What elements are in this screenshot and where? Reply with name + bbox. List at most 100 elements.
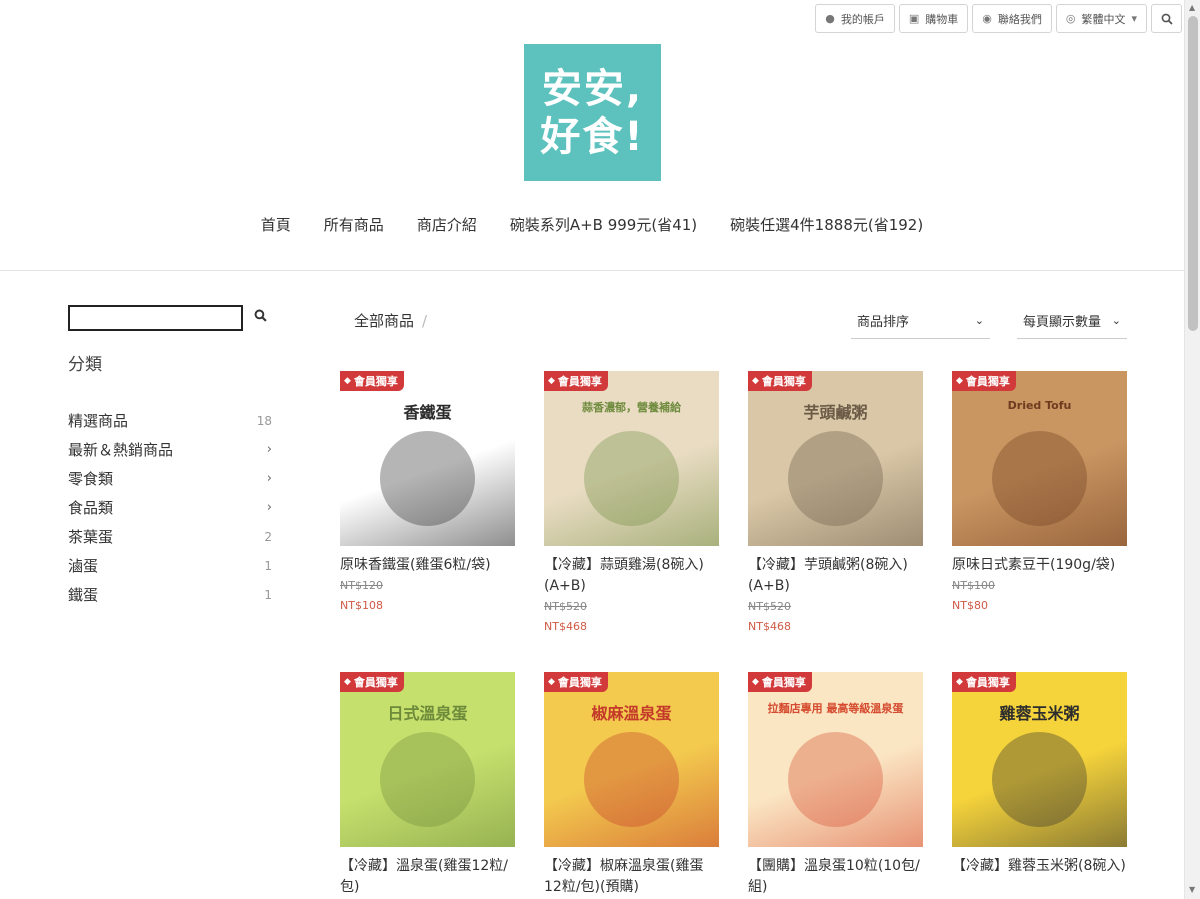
top-utility-bar: ● 我的帳戶 ▣ 購物車 ◉ 聯絡我們 ◎ 繁體中文 ▾ [815, 4, 1182, 33]
member-exclusive-badge: ◆ 會員獨享 [748, 672, 812, 692]
nav-bowl-series[interactable]: 碗裝系列A+B 999元(省41) [510, 214, 697, 235]
contact-button[interactable]: ◉ 聯絡我們 [972, 4, 1052, 33]
product-image[interactable]: 日式溫泉蛋 ◆ 會員獨享 [340, 672, 515, 847]
product-name[interactable]: 原味香鐵蛋(雞蛋6粒/袋) [340, 555, 515, 576]
product-image[interactable]: 椒麻溫泉蛋 ◆ 會員獨享 [544, 672, 719, 847]
scroll-down-icon[interactable]: ▼ [1189, 885, 1195, 894]
header-divider [0, 270, 1184, 271]
product-card[interactable]: Dried Tofu ◆ 會員獨享 原味日式素豆干(190g/袋) NT$100… [952, 371, 1127, 616]
product-name[interactable]: 【冷藏】椒麻溫泉蛋(雞蛋12粒/包)(預購) [544, 856, 719, 898]
member-exclusive-badge: ◆ 會員獨享 [544, 672, 608, 692]
cart-label: 購物車 [925, 12, 959, 26]
product-image[interactable]: Dried Tofu ◆ 會員獨享 [952, 371, 1127, 546]
globe-icon: ◎ [1065, 12, 1076, 25]
tag-icon: ◆ [752, 677, 759, 687]
product-original-price: NT$100 [952, 579, 995, 592]
product-sale-price: NT$108 [340, 599, 383, 612]
product-image[interactable]: 香鐵蛋 ◆ 會員獨享 [340, 371, 515, 546]
product-card[interactable]: 椒麻溫泉蛋 ◆ 會員獨享 【冷藏】椒麻溫泉蛋(雞蛋12粒/包)(預購) [544, 672, 719, 898]
product-photo-shape [788, 431, 883, 526]
product-name[interactable]: 【冷藏】溫泉蛋(雞蛋12粒/包) [340, 856, 515, 898]
chevron-right-icon[interactable]: › [267, 442, 272, 457]
product-photo-shape [380, 732, 475, 827]
tag-icon: ◆ [344, 677, 351, 687]
badge-label: 會員獨享 [965, 375, 1010, 388]
product-original-price: NT$520 [544, 600, 587, 613]
tag-icon: ◆ [344, 376, 351, 386]
main-nav: 首頁 所有商品 商店介紹 碗裝系列A+B 999元(省41) 碗裝任選4件188… [0, 214, 1184, 235]
product-card[interactable]: 日式溫泉蛋 ◆ 會員獨享 【冷藏】溫泉蛋(雞蛋12粒/包) [340, 672, 515, 898]
scrollbar-thumb[interactable] [1188, 16, 1198, 331]
product-card[interactable]: 雞蓉玉米粥 ◆ 會員獨享 【冷藏】雞蓉玉米粥(8碗入) [952, 672, 1127, 877]
category-label: 鐵蛋 [68, 586, 99, 604]
account-button[interactable]: ● 我的帳戶 [815, 4, 895, 33]
nav-bowl-pick4[interactable]: 碗裝任選4件1888元(省192) [730, 214, 923, 235]
top-search-button[interactable] [1151, 4, 1182, 33]
badge-label: 會員獨享 [761, 375, 806, 388]
chevron-right-icon[interactable]: › [267, 471, 272, 486]
category-iron-eggs[interactable]: 鐵蛋 1 [68, 580, 272, 609]
product-card[interactable]: 芋頭鹹粥 ◆ 會員獨享 【冷藏】芋頭鹹粥(8碗入)(A+B) NT$520 NT… [748, 371, 923, 637]
product-original-price: NT$520 [748, 600, 791, 613]
category-new-hot[interactable]: 最新＆熱銷商品 › [68, 435, 272, 464]
language-label: 繁體中文 [1081, 12, 1126, 26]
product-name[interactable]: 【團購】溫泉蛋10粒(10包/組) [748, 856, 923, 898]
category-heading: 分類 [68, 355, 102, 375]
page-scrollbar[interactable]: ▲ ▼ [1184, 0, 1200, 899]
badge-label: 會員獨享 [353, 375, 398, 388]
product-name[interactable]: 【冷藏】芋頭鹹粥(8碗入)(A+B) [748, 555, 923, 597]
contact-label: 聯絡我們 [997, 12, 1042, 26]
per-page-label: 每頁顯示數量 [1023, 315, 1102, 330]
product-card[interactable]: 香鐵蛋 ◆ 會員獨享 原味香鐵蛋(雞蛋6粒/袋) NT$120 NT$108 [340, 371, 515, 616]
product-name[interactable]: 【冷藏】蒜頭雞湯(8碗入)(A+B) [544, 555, 719, 597]
product-image-text: 雞蓉玉米粥 [999, 704, 1080, 723]
category-snacks[interactable]: 零食類 › [68, 464, 272, 493]
tag-icon: ◆ [752, 376, 759, 386]
category-featured[interactable]: 精選商品 18 [68, 406, 272, 435]
language-dropdown[interactable]: ◎ 繁體中文 ▾ [1055, 4, 1147, 33]
product-image-text: 芋頭鹹粥 [803, 403, 868, 422]
account-label: 我的帳戶 [840, 12, 885, 26]
product-image-text: Dried Tofu [1007, 399, 1072, 412]
chevron-right-icon[interactable]: › [267, 500, 272, 515]
sidebar-search-input[interactable] [68, 305, 243, 331]
tag-icon: ◆ [956, 376, 963, 386]
sort-select[interactable]: 商品排序 ⌄ [851, 303, 990, 339]
category-braised-eggs[interactable]: 滷蛋 1 [68, 551, 272, 580]
product-photo-shape [584, 732, 679, 827]
product-card[interactable]: 蒜香濃郁，營養補給 ◆ 會員獨享 【冷藏】蒜頭雞湯(8碗入)(A+B) NT$5… [544, 371, 719, 637]
product-photo-shape [788, 732, 883, 827]
member-exclusive-badge: ◆ 會員獨享 [340, 371, 404, 391]
product-image[interactable]: 雞蓉玉米粥 ◆ 會員獨享 [952, 672, 1127, 847]
nav-all-products[interactable]: 所有商品 [324, 214, 384, 235]
nav-about[interactable]: 商店介紹 [417, 214, 477, 235]
scroll-up-icon[interactable]: ▲ [1189, 3, 1195, 12]
badge-label: 會員獨享 [353, 676, 398, 689]
product-image[interactable]: 蒜香濃郁，營養補給 ◆ 會員獨享 [544, 371, 719, 546]
tag-icon: ◆ [956, 677, 963, 687]
store-logo[interactable]: 安安, 好食! [524, 44, 661, 181]
badge-label: 會員獨享 [965, 676, 1010, 689]
product-name[interactable]: 原味日式素豆干(190g/袋) [952, 555, 1127, 576]
product-sale-price: NT$80 [952, 599, 988, 612]
product-photo-shape [992, 732, 1087, 827]
cart-button[interactable]: ▣ 購物車 [898, 4, 969, 33]
caret-down-icon: ▾ [1131, 12, 1137, 25]
nav-home[interactable]: 首頁 [261, 214, 291, 235]
sidebar-search-button[interactable] [254, 309, 267, 326]
product-photo-shape [584, 431, 679, 526]
category-tea-eggs[interactable]: 茶葉蛋 2 [68, 522, 272, 551]
breadcrumb-all-products[interactable]: 全部商品 [354, 312, 414, 330]
category-label: 零食類 [68, 470, 114, 488]
product-image-text: 椒麻溫泉蛋 [591, 704, 672, 723]
breadcrumb: 全部商品 / [354, 310, 427, 331]
product-photo-shape [992, 431, 1087, 526]
per-page-select[interactable]: 每頁顯示數量 ⌄ [1017, 303, 1127, 339]
product-image[interactable]: 芋頭鹹粥 ◆ 會員獨享 [748, 371, 923, 546]
category-food[interactable]: 食品類 › [68, 493, 272, 522]
tag-icon: ◆ [548, 376, 555, 386]
member-exclusive-badge: ◆ 會員獨享 [748, 371, 812, 391]
product-name[interactable]: 【冷藏】雞蓉玉米粥(8碗入) [952, 856, 1127, 877]
product-card[interactable]: 拉麵店專用 最高等級溫泉蛋 ◆ 會員獨享 【團購】溫泉蛋10粒(10包/組) [748, 672, 923, 898]
product-image[interactable]: 拉麵店專用 最高等級溫泉蛋 ◆ 會員獨享 [748, 672, 923, 847]
